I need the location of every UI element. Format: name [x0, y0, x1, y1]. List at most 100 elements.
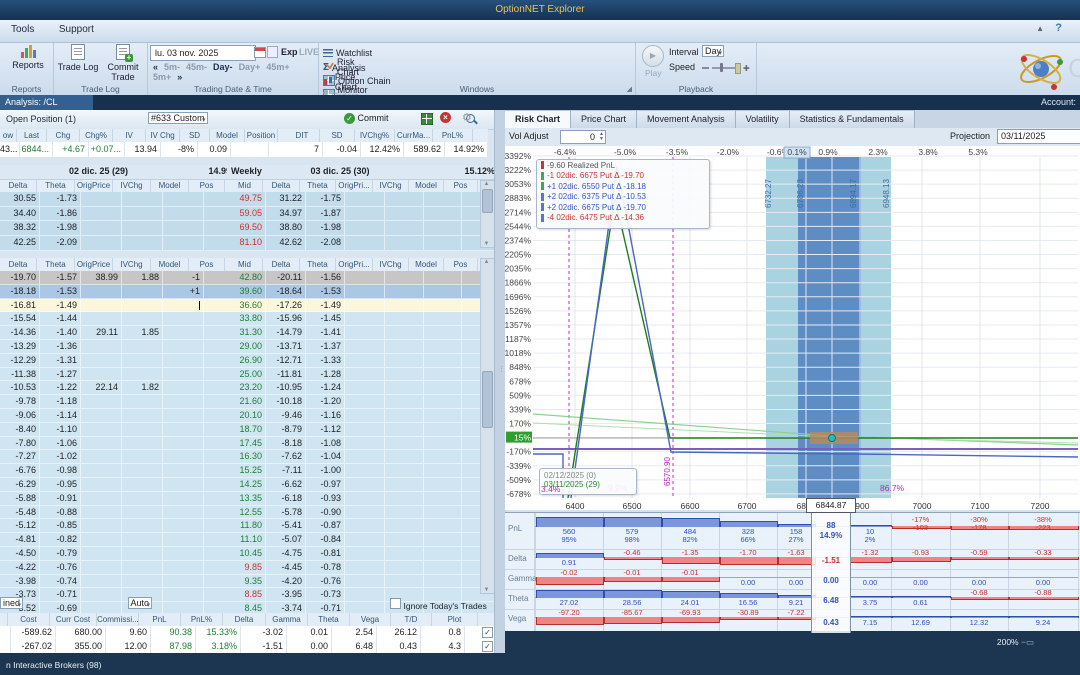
chain-row[interactable]: -5.48 -0.88: [0, 505, 243, 520]
tab-movement-analysis[interactable]: Movement Analysis: [637, 110, 736, 128]
chain-row[interactable]: -15.54 -1.44: [0, 312, 243, 327]
tab-risk-chart[interactable]: Risk Chart: [505, 110, 572, 128]
chain-row[interactable]: -4.81 -0.82: [0, 533, 243, 547]
time-nav-button[interactable]: «: [150, 62, 161, 72]
column-header[interactable]: Last: [17, 129, 47, 142]
expiry-title-row[interactable]: 02 dic. 25 (29) 14.99%: [0, 165, 243, 180]
ignore-trades-checkbox[interactable]: Ignore Today's Trades: [390, 598, 487, 611]
interval-select[interactable]: Day ▾: [702, 45, 725, 57]
time-nav-button[interactable]: 45m+: [263, 62, 292, 72]
chain-row[interactable]: 20.10 -9.46 -1.16: [227, 408, 499, 423]
column-header[interactable]: Delta: [263, 258, 300, 271]
play-button[interactable]: ▶: [642, 45, 664, 67]
projection-date-input[interactable]: 03/11/2025: [997, 129, 1080, 144]
chain-row[interactable]: -10.53-1.2222.141.82+2: [0, 381, 243, 396]
chain-row[interactable]: -3.98 -0.74: [0, 574, 243, 589]
column-header[interactable]: SD: [180, 129, 210, 142]
chain-row[interactable]: -9.06 -1.14: [0, 408, 243, 423]
column-header[interactable]: OrigPri...: [336, 180, 373, 192]
expiry-row[interactable]: 38.32 -1.98: [0, 221, 243, 237]
column-header[interactable]: Model: [409, 180, 444, 192]
scrollbar[interactable]: ▲ ▼: [480, 180, 495, 248]
column-header[interactable]: T/D: [391, 613, 432, 626]
column-header[interactable]: IVChg: [113, 258, 151, 271]
live-label[interactable]: LIVE: [299, 47, 319, 57]
collapse-ribbon-icon[interactable]: ▲: [1036, 24, 1044, 33]
column-header[interactable]: DIT: [285, 129, 320, 142]
chain-row[interactable]: 9.35 -4.20 -0.76: [227, 574, 499, 589]
column-header[interactable]: Delta: [0, 180, 37, 192]
chain-row[interactable]: 16.30 -7.62 -1.04: [227, 450, 499, 465]
column-header[interactable]: OrigPri...: [336, 258, 373, 271]
chain-row[interactable]: 9.85 -4.45 -0.78: [227, 560, 499, 575]
calendar-icon[interactable]: [254, 47, 266, 58]
chain-row[interactable]: -19.70-1.5738.991.88-1+2: [0, 271, 243, 285]
chain-row[interactable]: 25.00 -11.81 -1.28: [227, 367, 499, 382]
chain-row[interactable]: 11.80 -5.41 -0.87: [227, 519, 499, 534]
speed-plus[interactable]: ✚: [743, 64, 750, 73]
column-header[interactable]: IV: [113, 129, 146, 142]
chain-row[interactable]: -7.80 -1.06: [0, 436, 243, 451]
analysis-tab[interactable]: Analysis: /CL: [0, 95, 93, 110]
column-header[interactable]: Theta: [300, 258, 336, 271]
column-header[interactable]: IVChg: [373, 258, 409, 271]
chart-zoom-control[interactable]: 200% −▭: [997, 637, 1034, 648]
chain-row[interactable]: -8.40 -1.10: [0, 422, 243, 437]
trading-date-input[interactable]: lu. 03 nov. 2025: [150, 45, 256, 61]
column-header[interactable]: IV Chg: [146, 129, 180, 142]
column-header[interactable]: Model: [210, 129, 245, 142]
reports-button[interactable]: Reports: [8, 44, 48, 70]
column-header[interactable]: Delta: [0, 258, 37, 271]
chain-row[interactable]: -6.29 -0.95: [0, 477, 243, 492]
chain-row[interactable]: 17.45 -8.18 -1.08: [227, 436, 499, 451]
exp-label[interactable]: Exp: [281, 47, 298, 57]
chain-row[interactable]: 13.35 -6.18 -0.93: [227, 491, 499, 506]
column-header[interactable]: PnL%: [433, 129, 473, 142]
column-header[interactable]: PnL: [139, 613, 181, 626]
column-header[interactable]: [0, 613, 8, 626]
column-header[interactable]: Model: [151, 180, 189, 192]
chain-row[interactable]: 18.70 -8.79 -1.12: [227, 422, 499, 437]
chain-row[interactable]: 21.60 -10.18 -1.20: [227, 395, 499, 409]
close-icon[interactable]: ×: [440, 112, 451, 123]
column-header[interactable]: Delta: [223, 613, 266, 626]
chain-row[interactable]: 36.60 -17.26 -1.49: [227, 298, 499, 313]
position-select[interactable]: #633 Custom ▾: [148, 112, 208, 124]
speed-minus[interactable]: [702, 67, 709, 69]
column-header[interactable]: Plot: [432, 613, 478, 626]
column-header[interactable]: Theta: [37, 180, 75, 192]
column-header[interactable]: PnL%: [181, 613, 223, 626]
expiry-row[interactable]: 69.50 38.80 -1.98: [227, 221, 499, 237]
chain-row[interactable]: -5.88 -0.91: [0, 491, 243, 506]
column-header[interactable]: CurrMa...: [395, 129, 433, 142]
expiry-row[interactable]: 59.05 34.97 -1.87: [227, 206, 499, 222]
column-header[interactable]: Pos: [189, 180, 225, 192]
expiry-row[interactable]: 81.10 42.62 -2.08: [227, 236, 499, 251]
totals-row[interactable]: -589.62 680.00 9.60 90.38 15.33% -3.02 0.01 2.5…: [0, 626, 514, 640]
column-header[interactable]: Model: [409, 258, 444, 271]
time-picker-icon[interactable]: [267, 46, 278, 58]
chain-row[interactable]: 10.45 -4.75 -0.81: [227, 546, 499, 561]
column-header[interactable]: Mid: [227, 258, 263, 271]
chain-row[interactable]: 29.00 -13.71 -1.37: [227, 339, 499, 354]
chain-row[interactable]: -3.73 -0.71: [0, 588, 243, 603]
mode-select[interactable]: Auto ▾: [127, 597, 153, 609]
column-header[interactable]: IVChg%: [355, 129, 395, 142]
scrollbar[interactable]: ▲ ▼: [480, 258, 495, 594]
column-header[interactable]: Pos: [444, 258, 478, 271]
chain-row[interactable]: 26.90 -12.71 -1.33: [227, 353, 499, 368]
gear-icon[interactable]: ⚙: [462, 111, 472, 124]
chain-row[interactable]: 12.55 -5.78 -0.90: [227, 505, 499, 520]
chain-row[interactable]: -11.38 -1.27: [0, 367, 243, 382]
strategy-select[interactable]: ined ▾: [0, 597, 24, 609]
expiry-row[interactable]: 34.40 -1.86: [0, 206, 243, 222]
column-header[interactable]: Curr Cost: [50, 613, 97, 626]
column-header[interactable]: Pos: [444, 180, 478, 192]
column-header[interactable]: Position: [245, 129, 278, 142]
chain-row[interactable]: -7.27 -1.02: [0, 450, 243, 465]
export-icon[interactable]: [421, 113, 433, 125]
time-nav-button[interactable]: Day-: [210, 62, 236, 72]
column-header[interactable]: Chg: [47, 129, 80, 142]
chain-row[interactable]: 31.30 -14.79 -1.41: [227, 326, 499, 340]
column-header[interactable]: Cost: [8, 613, 50, 626]
